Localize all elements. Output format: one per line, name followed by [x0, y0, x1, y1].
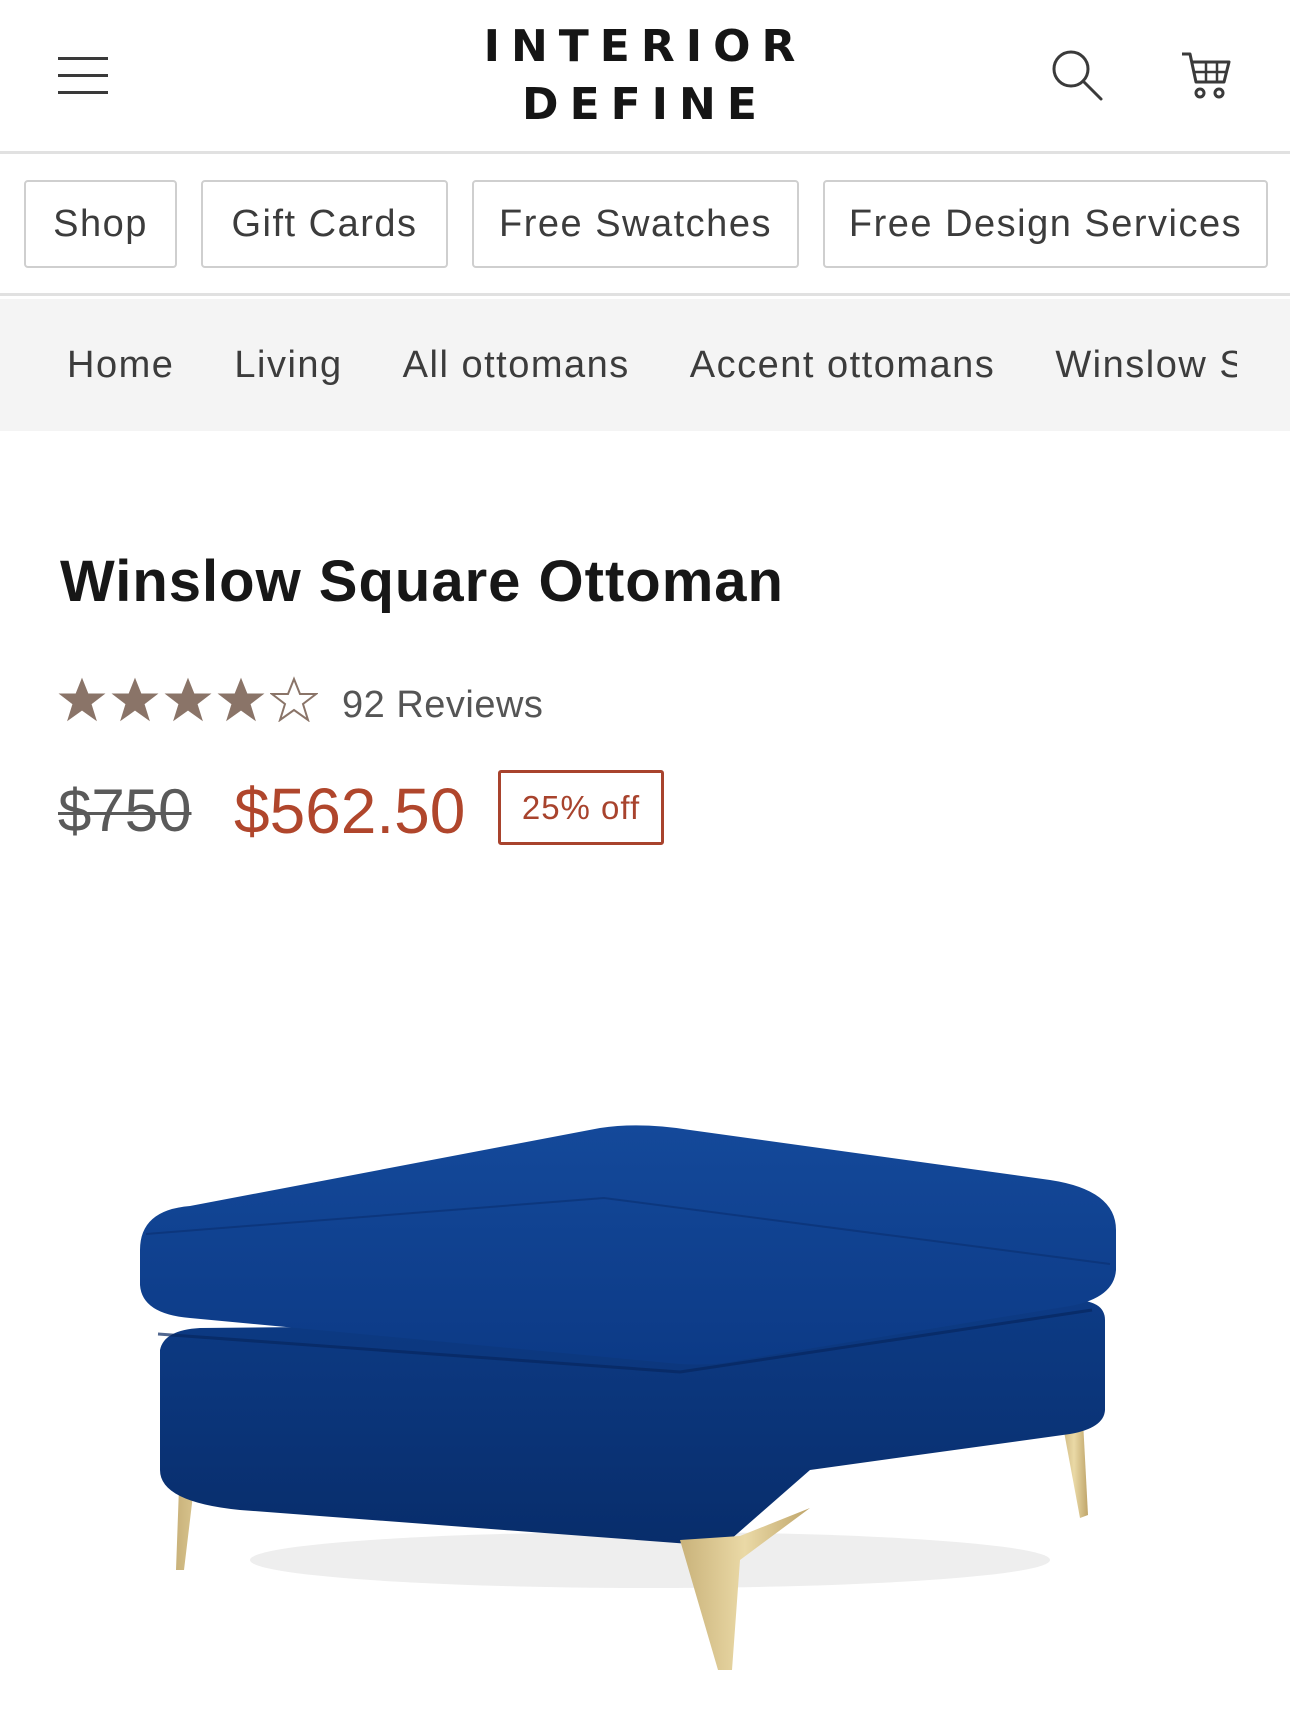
breadcrumb-home[interactable]: Home — [67, 344, 174, 387]
star-empty-icon — [270, 676, 318, 722]
star-filled-icon — [58, 677, 106, 722]
rating-stars[interactable] — [58, 676, 323, 722]
product-title: Winslow Square Ottoman — [60, 549, 784, 614]
search-icon — [1052, 50, 1103, 101]
hamburger-menu-icon — [58, 57, 108, 60]
sale-price: $562.50 — [234, 775, 466, 847]
original-price: $750 — [58, 777, 192, 844]
top-nav: Shop Gift Cards Free Swatches Free Desig… — [0, 157, 1290, 296]
breadcrumb-living[interactable]: Living — [234, 344, 342, 387]
product-image[interactable] — [120, 1110, 1140, 1710]
nav-gift-cards-button[interactable]: Gift Cards — [201, 180, 448, 268]
logo-line-1: INTERIOR — [483, 21, 807, 72]
site-logo[interactable]: INTERIOR DEFINE — [440, 18, 850, 134]
breadcrumb-current[interactable]: Winslow Square Ottoman — [1055, 344, 1237, 387]
menu-button[interactable] — [58, 55, 110, 97]
shopping-cart-icon — [1182, 52, 1231, 99]
cart-button[interactable] — [1178, 48, 1234, 104]
breadcrumb-track: Home Living All ottomans Accent ottomans… — [67, 299, 1237, 431]
star-filled-icon — [164, 677, 212, 722]
discount-badge: 25% off — [498, 770, 664, 845]
breadcrumb-accent-ottomans[interactable]: Accent ottomans — [690, 344, 996, 387]
logo-line-2: DEFINE — [522, 79, 768, 130]
star-filled-icon — [111, 677, 159, 722]
nav-free-swatches-button[interactable]: Free Swatches — [472, 180, 799, 268]
breadcrumb: Home Living All ottomans Accent ottomans… — [0, 299, 1290, 431]
site-header: INTERIOR DEFINE — [0, 0, 1290, 154]
search-button[interactable] — [1050, 48, 1106, 104]
reviews-link[interactable]: 92 Reviews — [342, 684, 543, 727]
star-filled-icon — [217, 677, 265, 722]
nav-free-design-services-button[interactable]: Free Design Services — [823, 180, 1268, 268]
breadcrumb-all-ottomans[interactable]: All ottomans — [403, 344, 630, 387]
nav-shop-button[interactable]: Shop — [24, 180, 177, 268]
